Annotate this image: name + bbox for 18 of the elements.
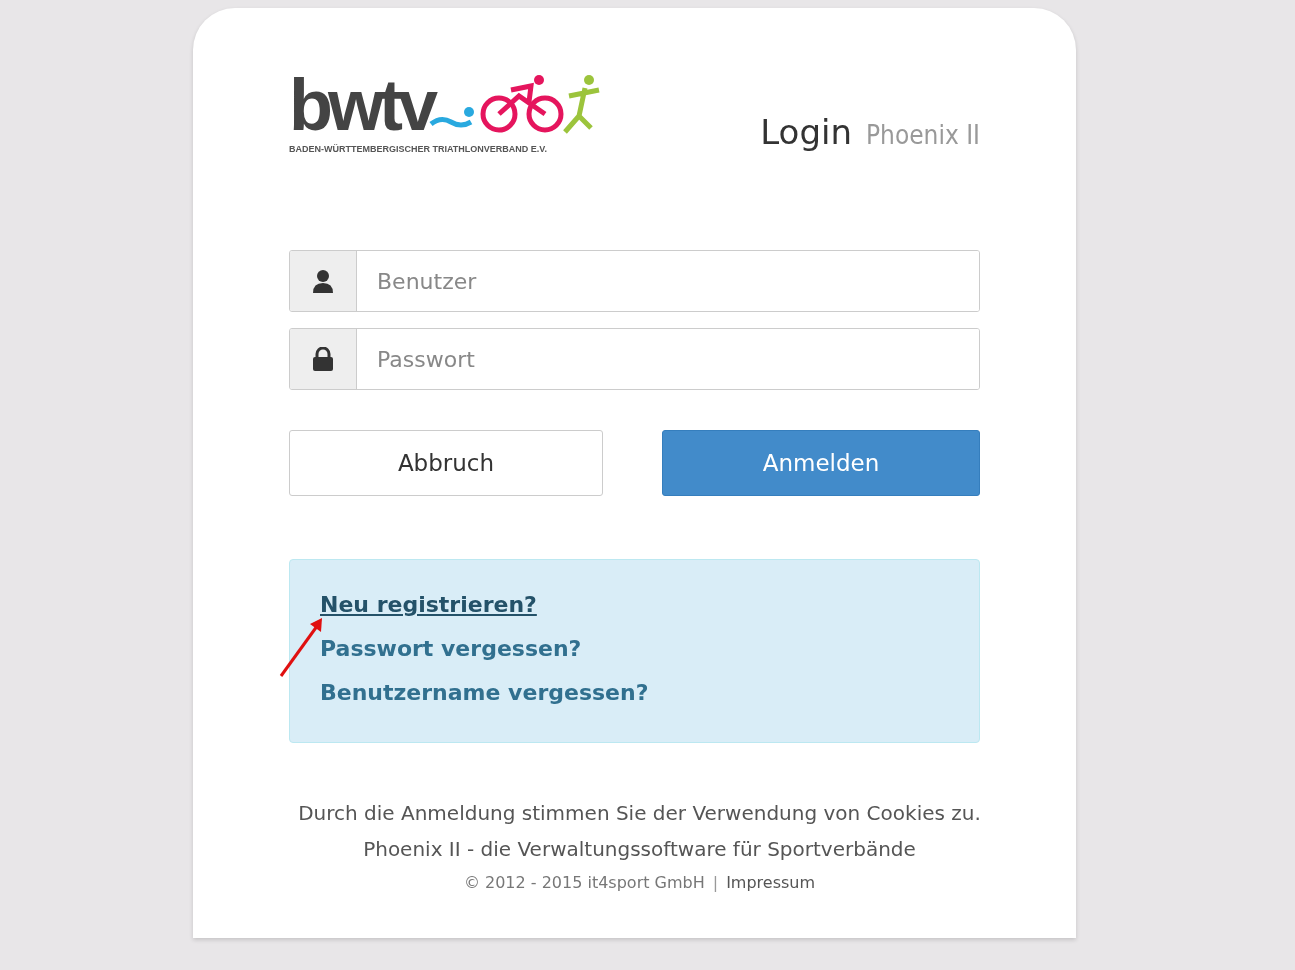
login-title: Login <box>760 112 852 152</box>
lock-icon <box>312 347 334 371</box>
user-icon <box>312 269 334 293</box>
app-subtitle: Phoenix II <box>865 120 980 150</box>
cookie-notice: Durch die Anmeldung stimmen Sie der Verwendung von Cookies zu. <box>298 801 981 825</box>
copyright-text: © 2012 - 2015 it4sport GmbH <box>463 873 705 892</box>
help-link[interactable]: Neu registrieren? <box>320 590 537 620</box>
login-button[interactable]: Anmelden <box>662 430 980 496</box>
imprint-link[interactable]: Impressum <box>726 873 816 892</box>
help-link[interactable]: Passwort vergessen? <box>320 634 582 664</box>
cancel-button[interactable]: Abbruch <box>289 430 603 496</box>
logo-wordmark: bwtv <box>289 72 433 138</box>
password-field[interactable]: Passwort <box>289 328 980 390</box>
username-field[interactable]: Benutzer <box>289 250 980 312</box>
logo-tagline: BADEN-WÜRTTEMBERGISCHER TRIATHLONVERBAND E.V. <box>289 144 548 154</box>
footer-tagline: Phoenix II - die Verwaltungssoftware für Sportverbände <box>363 837 916 861</box>
help-link[interactable]: Benutzername vergessen? <box>320 678 649 708</box>
separator-text: | <box>712 873 719 892</box>
